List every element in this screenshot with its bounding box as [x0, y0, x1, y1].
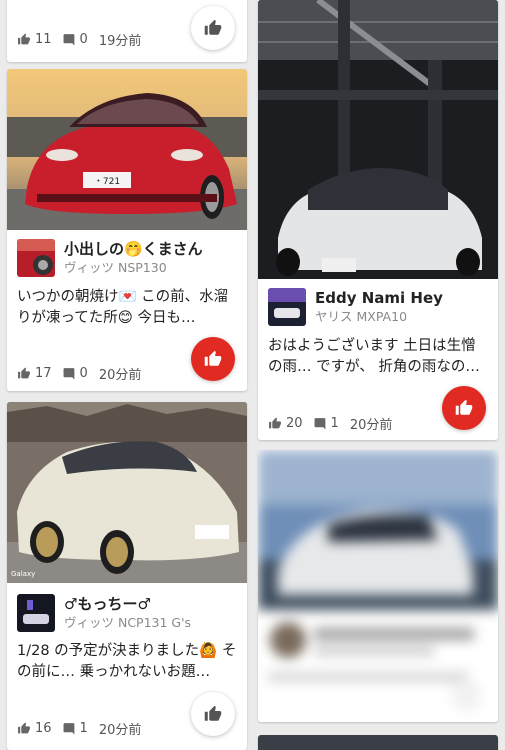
thumbs-up-icon — [17, 33, 31, 46]
comment-icon — [63, 33, 76, 46]
avatar[interactable] — [17, 594, 55, 632]
post-stats: 17 0 20分前 — [17, 364, 141, 383]
car-model: ヴィッツ NSP130 — [64, 260, 167, 275]
like-count: 11 — [35, 32, 52, 47]
like-count: 17 — [35, 366, 52, 381]
post-text: 1/28 の予定が決まりました🙆 その前に… 乗っかれないお題… — [17, 643, 237, 680]
post-photo[interactable]: ・721 — [7, 69, 247, 230]
comment-count: 1 — [79, 721, 88, 736]
user-name[interactable]: ♂もっちー♂ — [64, 594, 191, 614]
post-stats: 16 1 20分前 — [17, 719, 141, 738]
comment-icon — [63, 722, 76, 735]
comment-count: 0 — [79, 32, 88, 47]
post-card[interactable]: Galaxy ♂もっちー♂ ヴィッツ NCP131 G's 1/28 の予定が決… — [7, 402, 247, 750]
comment-count: 0 — [79, 366, 88, 381]
post-time: 20分前 — [98, 723, 142, 738]
post-card[interactable]: Eddy Nami Hey ヤリス MXPA10 おはようございます 土日は生憎… — [258, 0, 498, 440]
car-model: ヴィッツ NCP131 G's — [64, 615, 192, 630]
post-author[interactable]: Eddy Nami Hey ヤリス MXPA10 — [268, 288, 443, 326]
post-card[interactable]: 11 0 19分前 — [7, 0, 247, 62]
license-plate-text: ・721 — [94, 177, 120, 187]
post-photo[interactable] — [258, 0, 498, 279]
post-text: おはようございます 土日は生憎の雨… ですが、 折角の雨なの… — [268, 338, 480, 375]
avatar[interactable] — [17, 239, 55, 277]
car-model: ヤリス MXPA10 — [315, 309, 408, 324]
comment-count: 1 — [330, 416, 339, 431]
post-photo[interactable]: Galaxy — [7, 402, 247, 583]
like-button[interactable] — [191, 6, 235, 50]
post-time: 20分前 — [349, 418, 393, 433]
thumbs-up-icon — [204, 350, 222, 366]
like-button[interactable] — [191, 692, 235, 736]
comment-icon — [314, 417, 327, 430]
thumbs-up-icon — [268, 417, 282, 430]
photo-caption: Galaxy — [11, 570, 35, 578]
like-button[interactable] — [442, 386, 486, 430]
thumbs-up-icon — [17, 367, 31, 380]
thumbs-up-icon — [204, 19, 222, 35]
post-time: 20分前 — [98, 368, 142, 383]
thumbs-up-icon — [455, 399, 473, 415]
post-text: いつかの朝焼け💌 この前、水溜りが凍ってた所😊 今日も… — [17, 289, 229, 326]
user-name[interactable]: 小出しの🤭くまさん — [64, 239, 203, 259]
post-time: 19分前 — [98, 34, 142, 49]
thumbs-up-icon — [204, 705, 222, 721]
like-count: 16 — [35, 721, 52, 736]
comment-icon — [63, 367, 76, 380]
post-card[interactable] — [258, 735, 498, 750]
post-author[interactable]: 小出しの🤭くまさん ヴィッツ NSP130 — [17, 239, 203, 277]
post-stats: 20 1 20分前 — [268, 414, 392, 433]
user-name[interactable]: Eddy Nami Hey — [315, 288, 443, 308]
post-card[interactable]: ・721 小出しの🤭くまさん ヴィッツ NSP130 いつかの朝焼け💌 この前、… — [7, 69, 247, 391]
like-button[interactable] — [191, 337, 235, 381]
like-count: 20 — [286, 416, 303, 431]
post-card-blurred[interactable] — [258, 450, 498, 722]
thumbs-up-icon — [17, 722, 31, 735]
blurred-content — [258, 450, 498, 722]
post-author[interactable]: ♂もっちー♂ ヴィッツ NCP131 G's — [17, 594, 191, 632]
post-stats: 11 0 19分前 — [17, 30, 141, 49]
avatar[interactable] — [268, 288, 306, 326]
